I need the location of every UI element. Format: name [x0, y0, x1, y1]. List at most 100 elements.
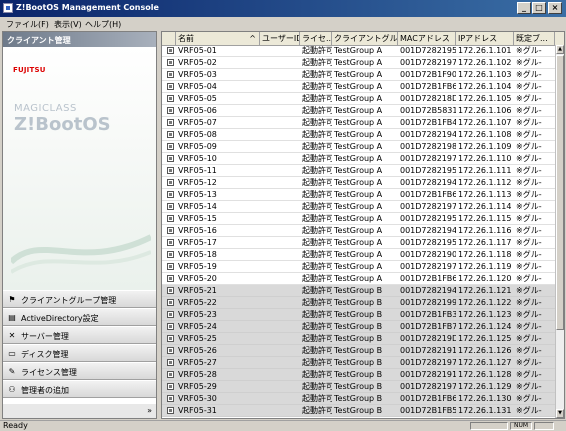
- column-header-client-group[interactable]: クライアントグループ: [332, 32, 398, 45]
- table-row[interactable]: VRF05-23 起動許可TestGroup B 001D72B1FB34172.2…: [162, 309, 555, 321]
- table-row[interactable]: VRF05-09 起動許可 TestGroup A 001D72821981 172.2…: [162, 141, 555, 153]
- minimize-button[interactable]: _: [517, 2, 531, 14]
- vertical-scrollbar[interactable]: ▲ ▼: [555, 45, 564, 418]
- cell-name: VRF05-25: [178, 334, 217, 343]
- sidebar: クライアント管理 FUJITSU MAGICLASS Z!BootOS ⚑ クラ…: [2, 31, 157, 419]
- nav-active-directory-settings[interactable]: ▤ ActiveDirectory設定: [3, 308, 156, 326]
- column-header-name[interactable]: 名前 ^: [176, 32, 260, 45]
- cell-user-id: [260, 201, 300, 212]
- cell-mac-address: 001D7282197C: [400, 358, 456, 367]
- cell-default-boot: ※グル-: [516, 298, 542, 307]
- server-icon: ✕: [8, 331, 16, 340]
- client-pc-icon: [167, 71, 174, 78]
- cell-name: VRF05-08: [178, 130, 217, 139]
- column-header-user-id[interactable]: ユーザーID: [260, 32, 300, 45]
- table-row[interactable]: VRF05-11 起動許可 TestGroup A 001D72821956 172.2…: [162, 165, 555, 177]
- table-row[interactable]: VRF05-18 起動許可TestGroup A 001D7282190B172.2…: [162, 249, 555, 261]
- table-row[interactable]: VRF05-28 起動許可TestGroup B 001D7282191B172.2…: [162, 369, 555, 381]
- table-row[interactable]: VRF05-14 起動許可TestGroup A 001D7282197B172.2…: [162, 201, 555, 213]
- table-row[interactable]: VRF05-26 起動許可TestGroup B 001D7282191C172.2…: [162, 345, 555, 357]
- table-row[interactable]: VRF05-10 起動許可TestGroup A 001D7282197A172.2…: [162, 153, 555, 165]
- table-row[interactable]: VRF05-08 起動許可TestGroup A 001D7282194A172.2…: [162, 129, 555, 141]
- cell-client-group: TestGroup B: [334, 382, 383, 391]
- cell-license: 起動許可: [302, 58, 332, 67]
- maximize-button[interactable]: □: [532, 2, 546, 14]
- table-row[interactable]: VRF05-20 起動許可TestGroup A 001D72B1FB6C172.2…: [162, 273, 555, 285]
- chevron-double-down-icon[interactable]: »: [147, 406, 152, 415]
- table-row[interactable]: VRF05-12 起動許可 TestGroup A 001D7282194E 172.2…: [162, 177, 555, 189]
- nav-add-administrator[interactable]: ⚇ 管理者の追加: [3, 380, 156, 398]
- table-row[interactable]: VRF05-19 起動許可 TestGroup A 001D72821979 172.2…: [162, 261, 555, 273]
- table-row[interactable]: VRF05-04 起動許可TestGroup A 001D72B1FB69172.2…: [162, 81, 555, 93]
- cell-name: VRF05-06: [178, 106, 217, 115]
- nav-label: クライアントグループ管理: [21, 296, 117, 305]
- column-header-default-boot[interactable]: 既定ブ...: [514, 32, 555, 45]
- cell-ip-address: 172.26.1.124: [458, 322, 512, 331]
- cell-name: VRF05-27: [178, 358, 217, 367]
- client-pc-icon: [167, 263, 174, 270]
- nav-label: ActiveDirectory設定: [21, 314, 99, 323]
- cell-user-id: [260, 393, 300, 404]
- table-row[interactable]: VRF05-21 起動許可 TestGroup B 001D72821944 172.2…: [162, 285, 555, 297]
- table-row[interactable]: VRF05-24 起動許可TestGroup B 001D72B1FB71172.2…: [162, 321, 555, 333]
- column-header-ip-address[interactable]: IPアドレス: [456, 32, 514, 45]
- table-row[interactable]: VRF05-31 起動許可TestGroup B 001D72B1FB5D172.2…: [162, 405, 555, 417]
- close-button[interactable]: ×: [548, 2, 562, 14]
- scroll-thumb[interactable]: [556, 55, 564, 330]
- menu-help[interactable]: ヘルプ(H): [85, 19, 121, 30]
- table-row[interactable]: VRF05-01 起動許可TestGroup A 001D7282195B172.2…: [162, 45, 555, 57]
- cell-mac-address: 001D72B5831S: [400, 106, 456, 115]
- column-header-license[interactable]: ライセ...: [300, 32, 332, 45]
- table-row[interactable]: VRF05-03 起動許可 TestGroup A 001D72B1F901 172.2…: [162, 69, 555, 81]
- cell-client-group: TestGroup A: [334, 250, 383, 259]
- cell-license: 起動許可: [302, 214, 332, 223]
- cell-default-boot: ※グル-: [516, 154, 542, 163]
- column-header-mac-address[interactable]: MACアドレス: [398, 32, 456, 45]
- table-row[interactable]: VRF05-30 起動許可TestGroup B 001D72B1FB64172.2…: [162, 393, 555, 405]
- table-row[interactable]: VRF05-27 起動許可TestGroup B 001D7282197C172.2…: [162, 357, 555, 369]
- table-row[interactable]: VRF05-29 起動許可TestGroup B 001D7282197D172.2…: [162, 381, 555, 393]
- scroll-down-arrow-icon[interactable]: ▼: [556, 409, 564, 418]
- cell-user-id: [260, 213, 300, 224]
- nav-license-management[interactable]: ✎ ライセンス管理: [3, 362, 156, 380]
- table-row[interactable]: VRF05-22 起動許可 TestGroup B 001D72821992 172.2…: [162, 297, 555, 309]
- cell-mac-address: 001D7282197F: [400, 58, 456, 67]
- table-row[interactable]: VRF05-02 起動許可 TestGroup A 001D7282197F 172.2…: [162, 57, 555, 69]
- status-bar: Ready NUM: [0, 420, 566, 431]
- status-panel-empty: [470, 422, 508, 430]
- cell-mac-address: 001D72B1FB5D: [400, 406, 456, 415]
- scroll-up-arrow-icon[interactable]: ▲: [556, 45, 564, 54]
- cell-client-group: TestGroup A: [334, 94, 383, 103]
- cell-client-group: TestGroup A: [334, 166, 383, 175]
- nav-server-management[interactable]: ✕ サーバー管理: [3, 326, 156, 344]
- table-row[interactable]: VRF05-16 起動許可 TestGroup A 001D72821945 172.2…: [162, 225, 555, 237]
- table-row[interactable]: VRF05-05 起動許可TestGroup A 001D728218D8172.2…: [162, 93, 555, 105]
- cell-user-id: [260, 261, 300, 272]
- table-row[interactable]: VRF05-07 起動許可 TestGroup A 001D72B1FB4F 172.2…: [162, 117, 555, 129]
- cell-license: 起動許可: [302, 226, 332, 235]
- cell-mac-address: 001D72821959: [400, 214, 456, 223]
- menu-view[interactable]: 表示(V): [54, 19, 82, 30]
- cell-client-group: TestGroup A: [334, 106, 383, 115]
- nav-client-group-management[interactable]: ⚑ クライアントグループ管理: [3, 290, 156, 308]
- nav-disk-management[interactable]: ▭ ディスク管理: [3, 344, 156, 362]
- cell-mac-address: 001D7282195B: [400, 46, 456, 55]
- table-row[interactable]: VRF05-17 起動許可 TestGroup A 001D72821954 172.2…: [162, 237, 555, 249]
- cell-ip-address: 172.26.1.103: [458, 70, 512, 79]
- table-row[interactable]: VRF05-15 起動許可 TestGroup A 001D72821959 172.2…: [162, 213, 555, 225]
- cell-name: VRF05-15: [178, 214, 217, 223]
- table-row[interactable]: VRF05-25 起動許可TestGroup B 001D728219D5172.2…: [162, 333, 555, 345]
- cell-mac-address: 001D72B1FB64: [400, 394, 456, 403]
- cell-client-group: TestGroup A: [334, 226, 383, 235]
- table-row[interactable]: VRF05-06 起動許可TestGroup A 001D72B5831S172.2…: [162, 105, 555, 117]
- client-pc-icon: [167, 287, 174, 294]
- cell-client-group: TestGroup B: [334, 298, 383, 307]
- cell-client-group: TestGroup A: [334, 130, 383, 139]
- menu-file[interactable]: ファイル(F): [6, 19, 49, 30]
- column-header-icon[interactable]: [162, 32, 176, 45]
- cell-name: VRF05-05: [178, 94, 217, 103]
- table-row[interactable]: VRF05-13 起動許可 TestGroup A 001D72B1FB6F 172.2…: [162, 189, 555, 201]
- fujitsu-logo: FUJITSU: [13, 66, 46, 74]
- cell-name: VRF05-16: [178, 226, 217, 235]
- active-directory-icon: ▤: [8, 313, 16, 322]
